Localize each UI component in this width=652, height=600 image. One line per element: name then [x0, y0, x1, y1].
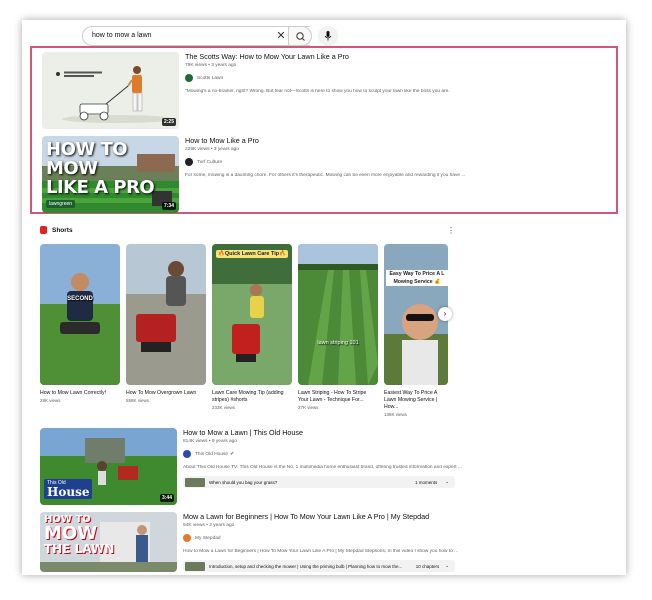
channel-name[interactable]: Scotts Lawn [197, 76, 223, 81]
chapters-chip[interactable]: Introduction, setup and checking the mow… [183, 560, 455, 572]
thumbnail-text: HOW TO MOW THE LAWN [44, 514, 115, 556]
channel-link[interactable]: My Stepdad [183, 534, 603, 542]
video-title[interactable]: The Scotts Way: How to Mow Your Lawn Lik… [185, 52, 605, 61]
short-overlay-text: 🔥Quick Lawn Care Tip🔥 [216, 250, 288, 258]
shorts-title: Shorts [52, 226, 73, 234]
channel-avatar[interactable] [183, 534, 191, 542]
short-thumbnail[interactable] [126, 244, 206, 385]
video-result[interactable]: 2:25 The Scotts Way: How to Mow Your Law… [42, 52, 605, 129]
short-thumbnail[interactable]: 🔥Quick Lawn Care Tip🔥 [212, 244, 292, 385]
shorts-header: Shorts [40, 226, 73, 234]
browser-frame: how to mow a lawn ✕ 2:25 The Scotts Way:… [22, 20, 626, 575]
channel-link[interactable]: Scotts Lawn [185, 74, 605, 82]
video-meta: 79K views • 3 years ago [185, 63, 237, 68]
short-views: 558K views [126, 398, 150, 403]
search-icon [296, 32, 305, 41]
verified-icon: ✔ [230, 451, 235, 457]
short-thumbnail[interactable]: lawn striping 101 [298, 244, 378, 385]
short-title[interactable]: How To Mow Overgrown Lawn [126, 390, 206, 397]
short-item[interactable]: 🔥Quick Lawn Care Tip🔥 Lawn Care Mowing T… [212, 244, 292, 410]
channel-avatar[interactable] [185, 74, 193, 82]
short-overlay-text: lawn striping 101 [317, 340, 359, 346]
short-views: 233K views [212, 405, 236, 410]
video-description: How to Mow a Lawn for Beginners | How To… [183, 549, 459, 554]
video-description: For some, mowing is a daunting chore. Fo… [185, 173, 466, 178]
more-vert-icon[interactable]: ⋮ [447, 226, 455, 235]
video-meta: 229K views • 3 years ago [185, 147, 239, 152]
video-info: The Scotts Way: How to Mow Your Lawn Lik… [185, 52, 605, 94]
channel-logo: This Old House [44, 479, 93, 499]
thumbnail-text: HOW TO MOW LIKE A PRO [46, 139, 155, 198]
short-overlay-text: SECOND [67, 296, 93, 302]
channel-name[interactable]: This Old House [195, 452, 228, 457]
short-title[interactable]: How to Mow Lawn Correctly! [40, 390, 120, 397]
channel-avatar[interactable] [185, 158, 193, 166]
video-title[interactable]: How to Mow Like a Pro [185, 136, 605, 145]
short-overlay-text: Easy Way To Price A L Mowing Service 💰 [386, 270, 448, 286]
short-views: 27K views [298, 405, 319, 410]
video-thumbnail[interactable]: HOW TO MOW LIKE A PRO lawngreen 7:34 [42, 136, 179, 213]
voice-search-button[interactable] [318, 26, 338, 46]
video-info: Mow a Lawn for Beginners | How To Mow Yo… [183, 512, 603, 572]
channel-link[interactable]: Turf Culture [185, 158, 605, 166]
video-result[interactable]: HOW TO MOW LIKE A PRO lawngreen 7:34 How… [42, 136, 605, 213]
short-item[interactable]: lawn striping 101 Lawn Striping - How To… [298, 244, 378, 410]
moment-text: When should you bag your grass? [209, 479, 278, 485]
video-duration: 3:44 [159, 494, 174, 502]
video-title[interactable]: How to Mow a Lawn | This Old House [183, 428, 603, 437]
video-duration: 2:25 [161, 118, 176, 126]
mic-icon [324, 31, 332, 41]
short-title[interactable]: Easiest Way To Price A Lawn Mowing Servi… [384, 390, 448, 411]
thumbnail-illustration [42, 52, 179, 129]
video-thumbnail[interactable]: This Old House 3:44 [40, 428, 177, 505]
channel-link[interactable]: This Old House ✔ [183, 450, 603, 458]
brand-logo: lawngreen [46, 200, 76, 208]
video-thumbnail[interactable]: HOW TO MOW THE LAWN [40, 512, 177, 572]
channel-name[interactable]: Turf Culture [197, 160, 222, 165]
channel-avatar[interactable] [183, 450, 191, 458]
moment-thumbnail [185, 477, 205, 487]
video-description: About This Old House TV: This Old House … [183, 465, 462, 470]
chevron-down-icon[interactable]: ⌄ [445, 479, 449, 485]
video-title[interactable]: Mow a Lawn for Beginners | How To Mow Yo… [183, 512, 603, 521]
close-icon[interactable]: ✕ [274, 26, 288, 46]
short-title[interactable]: Lawn Striping - How To Stripe Your Lawn … [298, 390, 378, 404]
video-meta: 54K views • 2 years ago [183, 523, 235, 528]
chevron-right-icon[interactable]: › [438, 307, 452, 321]
short-item[interactable]: How To Mow Overgrown Lawn 558K views [126, 244, 206, 403]
short-title[interactable]: Lawn Care Mowing Tip (adding stripes) #s… [212, 390, 292, 404]
video-description: "Mowing's a no-brainer, right? Wrong. Bu… [185, 89, 450, 94]
video-info: How to Mow Like a Pro 229K views • 3 yea… [185, 136, 605, 178]
video-result[interactable]: This Old House 3:44 How to Mow a Lawn | … [40, 428, 603, 505]
video-meta: 814K views • 9 years ago [183, 439, 237, 444]
shorts-icon [40, 226, 47, 234]
video-result[interactable]: HOW TO MOW THE LAWN Mow a Lawn for Begin… [40, 512, 600, 575]
short-views: 136K views [384, 412, 408, 417]
chapters-text: Introduction, setup and checking the mow… [209, 563, 403, 569]
search-button[interactable] [288, 26, 312, 46]
video-duration: 7:34 [161, 202, 176, 210]
video-info: How to Mow a Lawn | This Old House 814K … [183, 428, 603, 488]
short-item[interactable]: SECOND How to Mow Lawn Correctly! 28K vi… [40, 244, 120, 403]
chapters-count: 10 chapters [415, 563, 440, 569]
chevron-down-icon[interactable]: ⌄ [445, 563, 449, 569]
short-thumbnail[interactable]: SECOND [40, 244, 120, 385]
short-views: 28K views [40, 398, 61, 403]
moment-count: 1 moments [414, 479, 438, 485]
channel-name[interactable]: My Stepdad [195, 536, 221, 541]
video-thumbnail[interactable]: 2:25 [42, 52, 179, 129]
chapter-thumbnail [185, 561, 205, 571]
short-item[interactable]: Easy Way To Price A L Mowing Service 💰 E… [384, 244, 448, 417]
key-moment-chip[interactable]: When should you bag your grass? 1 moment… [183, 476, 455, 488]
highlighted-results: 2:25 The Scotts Way: How to Mow Your Law… [30, 46, 618, 214]
